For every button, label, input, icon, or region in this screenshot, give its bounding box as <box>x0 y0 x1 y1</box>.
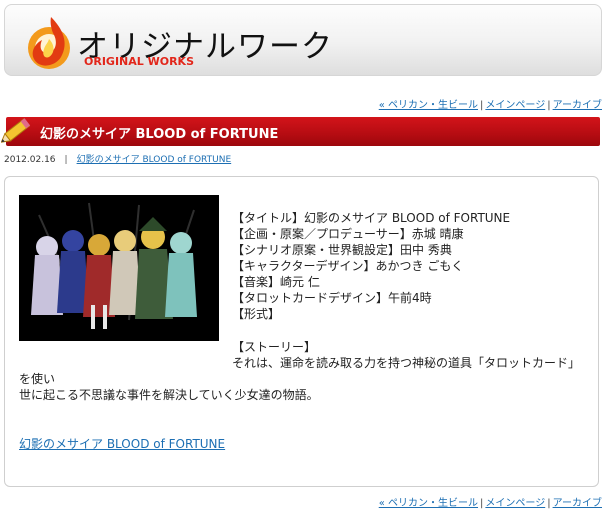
work-link[interactable]: 幻影のメサイア BLOOD of FORTUNE <box>19 435 225 452</box>
prev-entry-link[interactable]: « ペリカン・生ビール <box>379 498 478 509</box>
info-scenario: 【シナリオ原案・世界観設定】田中 秀典 <box>232 243 452 257</box>
story-heading: 【ストーリー】 <box>232 340 317 354</box>
post-title: 幻影のメサイア BLOOD of FORTUNE <box>40 127 279 142</box>
pencil-icon <box>1 118 31 143</box>
nav-separator: | <box>547 498 551 509</box>
info-producer: 【企画・原案／プロデューサー】赤城 晴康 <box>232 227 464 241</box>
story-text-line-2: 世に起こる不思議な事件を解決していく少女達の物語。 <box>19 388 319 402</box>
prev-entry-link[interactable]: « ペリカン・生ビール <box>379 100 478 111</box>
info-format: 【形式】 <box>232 307 281 321</box>
work-info-list: 【タイトル】幻影のメサイア BLOOD of FORTUNE 【企画・原案／プロ… <box>232 210 510 322</box>
bottom-nav: « ペリカン・生ビール | メインページ | アーカイブ <box>379 494 602 509</box>
top-nav: « ペリカン・生ビール | メインページ | アーカイブ <box>379 96 602 111</box>
archive-link[interactable]: アーカイブ <box>553 100 602 111</box>
page-subtitle: ORIGINAL WORKS <box>84 55 194 68</box>
archive-link[interactable]: アーカイブ <box>553 498 602 509</box>
main-page-link[interactable]: メインページ <box>485 100 545 111</box>
info-tarot-design: 【タロットカードデザイン】午前4時 <box>232 291 432 305</box>
nav-separator: | <box>547 100 551 111</box>
meta-separator: | <box>64 155 68 165</box>
post-meta: 2012.02.16 | 幻影のメサイア BLOOD of FORTUNE <box>4 152 231 165</box>
post-permalink[interactable]: 幻影のメサイア BLOOD of FORTUNE <box>77 155 232 165</box>
character-artwork-image[interactable] <box>19 195 219 341</box>
info-character-design: 【キャラクターデザイン】あかつき ごもく <box>232 259 464 273</box>
info-music: 【音楽】崎元 仁 <box>232 275 320 289</box>
post-date: 2012.02.16 <box>4 155 56 165</box>
info-title: 【タイトル】幻影のメサイア BLOOD of FORTUNE <box>232 211 511 225</box>
story-text-line-1: それは、運命を読み取る力を持つ神秘の道具「タロットカード」を使い <box>19 356 581 386</box>
flame-logo-icon <box>28 17 70 69</box>
site-header: オリジナルワーク ORIGINAL WORKS <box>4 4 602 76</box>
main-page-link[interactable]: メインページ <box>485 498 545 509</box>
